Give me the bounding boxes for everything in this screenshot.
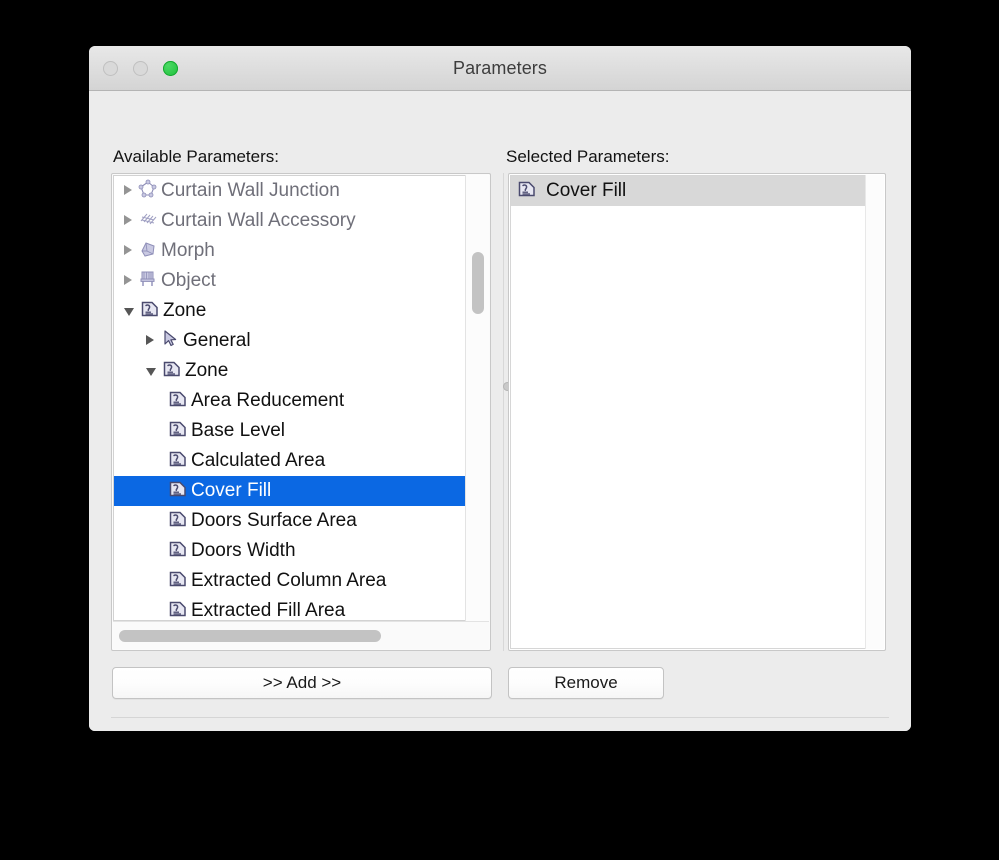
vertical-scrollbar-thumb[interactable] (472, 252, 484, 314)
tree-row[interactable]: Object (114, 266, 466, 296)
available-parameters-label: Available Parameters: (113, 147, 279, 166)
tree-row[interactable]: Doors Surface Area (114, 506, 466, 536)
tree-row-label: General (183, 330, 251, 351)
list-item[interactable]: Cover Fill (511, 176, 866, 206)
morph-icon (138, 239, 158, 259)
disclosure-triangle-closed-icon[interactable] (124, 245, 132, 255)
parameters-dialog: Parameters Available Parameters: Selecte… (89, 46, 911, 731)
tree-row-label: Area Reducement (191, 390, 345, 411)
zone-icon (140, 299, 160, 319)
tree-row-label: Morph (161, 240, 215, 261)
available-tree-vertical-scrollbar[interactable] (465, 175, 489, 621)
zone-icon (162, 359, 182, 379)
zone-icon (168, 419, 188, 439)
tree-row[interactable]: Zone (114, 356, 466, 386)
selected-parameters-list[interactable]: Cover Fill (510, 175, 866, 649)
tree-row-label: Curtain Wall Accessory (161, 210, 356, 231)
tree-row-label: Cover Fill (191, 480, 272, 501)
arrow-cursor-icon (160, 329, 180, 349)
object-icon (138, 269, 158, 289)
tree-row[interactable]: Base Level (114, 416, 466, 446)
zone-icon (168, 539, 188, 559)
add-button[interactable]: >> Add >> (112, 667, 492, 699)
tree-row[interactable]: Extracted Fill Area (114, 596, 466, 621)
tree-row[interactable]: Cover Fill (114, 476, 466, 506)
footer-separator (111, 717, 889, 718)
tree-row-label: Doors Surface Area (191, 510, 357, 531)
zone-icon (168, 509, 188, 529)
window-title: Parameters (452, 58, 548, 78)
list-item-label: Cover Fill (546, 180, 627, 201)
tree-row[interactable]: Curtain Wall Junction (114, 176, 466, 206)
tree-row-label: Curtain Wall Junction (161, 180, 340, 201)
tree-row[interactable]: Morph (114, 236, 466, 266)
zone-icon (168, 449, 188, 469)
selected-parameters-panel: Cover Fill (508, 173, 886, 651)
zone-icon (168, 479, 188, 499)
title-bar[interactable]: Parameters (89, 46, 911, 91)
zone-icon (168, 599, 188, 619)
tree-row-label: Extracted Fill Area (191, 600, 346, 621)
tree-row[interactable]: Zone (114, 296, 466, 326)
zone-icon (168, 569, 188, 589)
curtain-wall-accessory-icon (138, 209, 158, 229)
disclosure-triangle-closed-icon[interactable] (124, 185, 132, 195)
tree-row[interactable]: Calculated Area (114, 446, 466, 476)
tree-row-label: Calculated Area (191, 450, 326, 471)
selected-parameters-label: Selected Parameters: (506, 147, 670, 166)
zone-icon (168, 389, 188, 409)
disclosure-triangle-closed-icon[interactable] (124, 275, 132, 285)
tree-row-label: Zone (185, 360, 229, 381)
tree-row-label: Doors Width (191, 540, 296, 561)
splitter-line-left (503, 173, 504, 651)
available-parameters-panel: Curtain Wall Junction Curtain Wall Access… (111, 173, 491, 651)
disclosure-triangle-open-icon[interactable] (124, 308, 134, 316)
available-tree-horizontal-scrollbar[interactable] (113, 621, 489, 649)
selected-list-vertical-scrollbar[interactable] (865, 175, 884, 649)
tree-row[interactable]: General (114, 326, 466, 356)
tree-row[interactable]: Curtain Wall Accessory (114, 206, 466, 236)
horizontal-scrollbar-thumb[interactable] (119, 630, 381, 642)
tree-row-label: Base Level (191, 420, 286, 441)
zone-icon (517, 179, 537, 199)
tree-row-label: Zone (163, 300, 207, 321)
tree-row[interactable]: Doors Width (114, 536, 466, 566)
tree-row-label: Object (161, 270, 216, 291)
remove-button[interactable]: Remove (508, 667, 664, 699)
tree-row[interactable]: Area Reducement (114, 386, 466, 416)
curtain-wall-junction-icon (138, 179, 158, 199)
disclosure-triangle-closed-icon[interactable] (124, 215, 132, 225)
disclosure-triangle-closed-icon[interactable] (146, 335, 154, 345)
tree-row[interactable]: Extracted Column Area (114, 566, 466, 596)
available-parameters-tree[interactable]: Curtain Wall Junction Curtain Wall Access… (113, 175, 466, 621)
disclosure-triangle-open-icon[interactable] (146, 368, 156, 376)
tree-row-label: Extracted Column Area (191, 570, 387, 591)
dialog-body: Available Parameters: Selected Parameter… (89, 91, 911, 731)
